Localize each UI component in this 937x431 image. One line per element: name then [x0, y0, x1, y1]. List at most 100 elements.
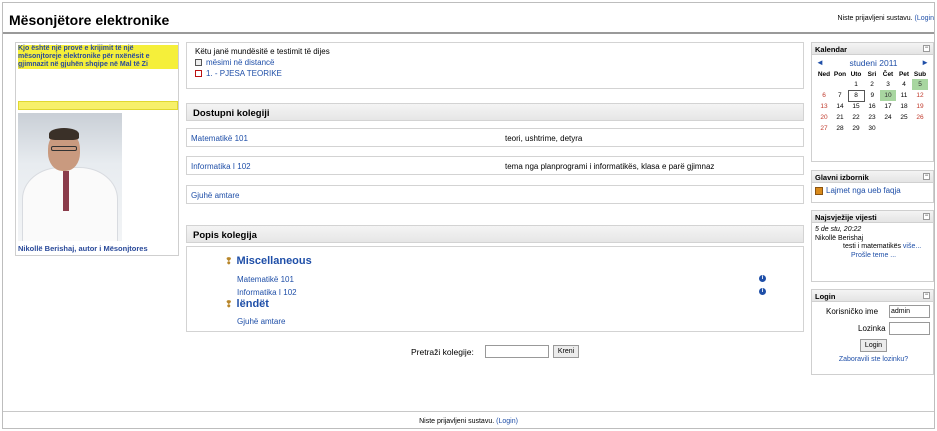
quiz-icon [195, 70, 202, 77]
weekday-header: Sri [867, 70, 877, 78]
password-field[interactable] [889, 322, 930, 335]
test-item-distance[interactable]: mësimi në distancë [195, 58, 795, 67]
calendar-day[interactable]: 27 [816, 123, 832, 134]
info-icon[interactable]: i [759, 288, 766, 295]
login-form: Korisničko ime admin Lozinka Login Zabor… [812, 302, 933, 372]
collapse-icon[interactable]: − [923, 213, 930, 220]
calendar-day[interactable]: 11 [896, 90, 912, 101]
weekday-header: Ned [817, 70, 831, 78]
calendar-day[interactable]: 25 [896, 112, 912, 123]
collapse-icon[interactable]: − [923, 173, 930, 180]
older-topics-link[interactable]: Prošle teme ... [851, 252, 896, 259]
course-link[interactable]: Informatika I 102 [191, 162, 251, 171]
calendar-day[interactable]: 17 [880, 101, 896, 112]
yellow-divider [18, 101, 178, 110]
category-course-link[interactable]: Gjuhë amtare [237, 317, 285, 326]
menu-item-site-news[interactable]: Lajmet nga ueb faqja [812, 183, 933, 198]
calendar-month[interactable]: studeni 2011 [812, 58, 935, 68]
calendar-day[interactable]: 16 [864, 101, 880, 112]
test-intro: Këtu janë mundësitë e testimit të dijes [195, 47, 330, 56]
news-date: 5 de stu, 20:22 [815, 226, 862, 233]
category-label[interactable]: Miscellaneous [237, 255, 312, 267]
calendar-day[interactable]: 8 [847, 89, 865, 102]
category-course-link[interactable]: Informatika I 102 [237, 288, 297, 297]
calendar-empty-cell [816, 79, 832, 90]
search-input[interactable] [485, 345, 549, 358]
main-menu-title: Glavni izbornik [815, 173, 869, 182]
forgot-password-link[interactable]: Zaboravili ste lozinku? [812, 356, 935, 363]
course-description: tema nga planprogrami i informatikës, kl… [505, 162, 715, 171]
category-miscellaneous[interactable]: ❢ Miscellaneous [225, 255, 312, 267]
forum-icon [815, 186, 823, 195]
calendar-day[interactable]: 2 [864, 79, 880, 90]
calendar-day[interactable]: 26 [912, 112, 928, 123]
page-header: Mësonjëtore elektronike Niste prijavljen… [3, 3, 934, 33]
test-box: Këtu janë mundësitë e testimit të dijes … [186, 42, 804, 89]
test-item-theory[interactable]: 1. - PJESA TEORIKE [195, 69, 795, 78]
calendar-day[interactable]: 13 [816, 101, 832, 112]
course-description: teori, ushtrime, detyra [505, 134, 583, 143]
calendar-day[interactable]: 4 [896, 79, 912, 90]
course-link[interactable]: Gjuhë amtare [191, 191, 239, 200]
calendar-day[interactable]: 12 [912, 90, 928, 101]
calendar-day[interactable]: 19 [912, 101, 928, 112]
calendar-day[interactable]: 24 [880, 112, 896, 123]
weekday-header: Pon [833, 70, 847, 78]
calendar-day[interactable]: 7 [832, 90, 848, 101]
username-field[interactable]: admin [889, 305, 930, 318]
calendar-day[interactable]: 21 [832, 112, 848, 123]
calendar-empty-cell [896, 123, 912, 134]
login-block: Login − Korisničko ime admin Lozinka Log… [811, 289, 934, 375]
test-item-label[interactable]: mësimi në distancë [206, 58, 274, 67]
menu-item-label[interactable]: Lajmet nga ueb faqja [826, 186, 901, 195]
calendar-day[interactable]: 18 [896, 101, 912, 112]
latest-news-block: Najsvježije vijesti − 5 de stu, 20:22 Ni… [811, 210, 934, 282]
calendar-day[interactable]: 6 [816, 90, 832, 101]
footer-login-link[interactable]: (Login) [496, 418, 518, 425]
calendar-day[interactable]: 1 [848, 79, 864, 90]
calendar-nav: studeni 2011 ◄ ► [812, 55, 933, 69]
course-link[interactable]: Matematikë 101 [191, 134, 248, 143]
calendar-day[interactable]: 23 [864, 112, 880, 123]
collapse-icon[interactable]: − [923, 45, 930, 52]
search-button[interactable]: Kreni [553, 345, 579, 358]
weekday-header: Čet [882, 70, 894, 78]
category-lendet[interactable]: ❢ lëndët [225, 298, 269, 310]
weekday-header: Pet [898, 70, 910, 78]
news-more-link[interactable]: više... [903, 243, 921, 250]
login-title: Login [815, 292, 836, 301]
calendar-day[interactable]: 14 [832, 101, 848, 112]
calendar-day[interactable]: 20 [816, 112, 832, 123]
news-item: 5 de stu, 20:22 Nikollë Berishaj testi i… [812, 223, 933, 263]
login-heading: Login − [812, 290, 933, 302]
calendar-day[interactable]: 3 [880, 79, 896, 90]
weekday-header: Sub [913, 70, 927, 78]
category-course-link[interactable]: Matematikë 101 [237, 275, 294, 284]
calendar-day[interactable]: 22 [848, 112, 864, 123]
calendar-day[interactable]: 9 [864, 90, 880, 101]
calendar-day[interactable]: 29 [848, 123, 864, 134]
login-info: Niste prijavljeni sustavu. (Login [837, 15, 934, 22]
course-row: Matematikë 101 teori, ushtrime, detyra [186, 128, 804, 147]
photo-caption: Nikollë Berishaj, autor i Mësonjtores [18, 244, 148, 253]
calendar-day[interactable]: 15 [848, 101, 864, 112]
header-login-link[interactable]: (Login [915, 15, 934, 22]
header-divider [3, 32, 934, 34]
collapse-icon[interactable]: − [923, 292, 930, 299]
news-text-row: testi i matematikës više... [815, 243, 930, 252]
calendar-empty-cell [832, 79, 848, 90]
next-month-icon[interactable]: ► [921, 58, 929, 67]
info-icon[interactable]: i [759, 275, 766, 282]
calendar-day[interactable]: 10 [880, 90, 896, 101]
prev-month-icon[interactable]: ◄ [816, 58, 824, 67]
category-label[interactable]: lëndët [237, 298, 269, 310]
test-item-label[interactable]: 1. - PJESA TEORIKE [206, 69, 282, 78]
course-list-box: ❢ Miscellaneous Matematikë 101 i Informat… [186, 246, 804, 332]
calendar-day[interactable]: 30 [864, 123, 880, 134]
login-button[interactable]: Login [860, 339, 887, 352]
latest-news-heading: Najsvježije vijesti − [812, 211, 933, 223]
calendar-day[interactable]: 5 [912, 79, 928, 90]
older-topics-row: Prošle teme ... [815, 252, 930, 261]
calendar-day[interactable]: 28 [832, 123, 848, 134]
calendar-empty-cell [912, 123, 928, 134]
